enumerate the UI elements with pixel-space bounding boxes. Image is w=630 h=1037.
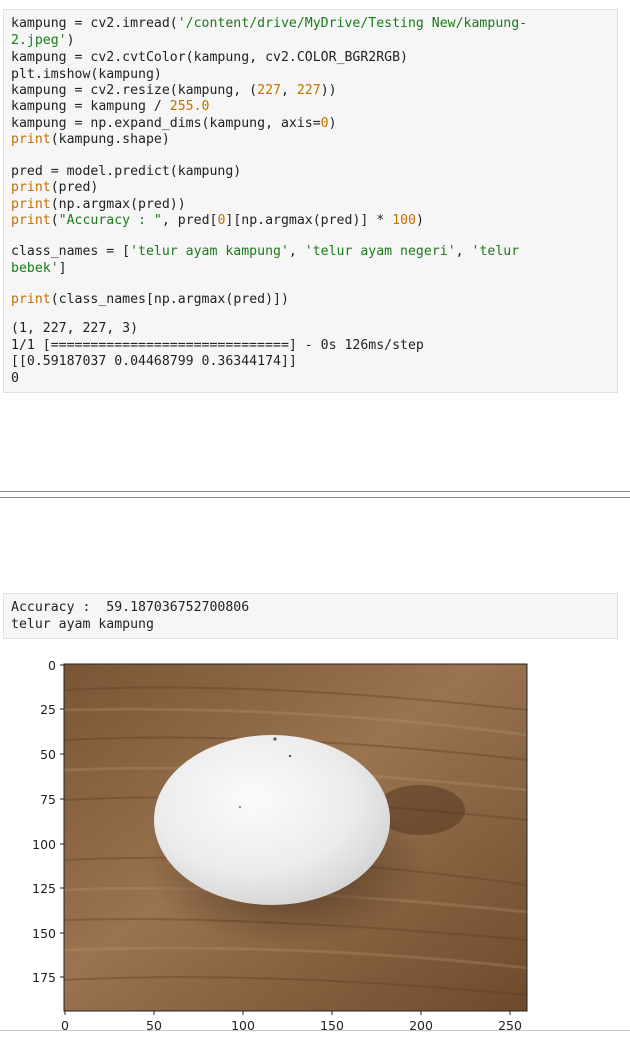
y-axis: 0 25 50 75 100 125 150 175 [32,658,64,985]
y-tick-label: 0 [48,658,56,673]
code-line-5: kampung = cv2.resize(kampung, (227, 227)… [11,83,337,98]
class-output: telur ayam kampung [11,617,154,632]
bottom-divider [0,1030,630,1031]
code-line-13: print("Accuracy : ", pred[0][np.argmax(p… [11,213,424,228]
code-line-8: print(kampung.shape) [11,132,170,147]
code-line-7: kampung = np.expand_dims(kampung, axis=0… [11,116,337,131]
code-line-12: print(np.argmax(pred)) [11,197,186,212]
y-tick-label: 100 [32,837,56,852]
y-tick-label: 150 [32,926,56,941]
cell-divider [0,491,630,492]
y-tick-label: 175 [32,970,56,985]
y-tick-label: 50 [40,747,56,762]
output-cell: Accuracy : 59.187036752700806 telur ayam… [3,593,618,639]
code-line-11: print(pred) [11,180,99,195]
code-line-15: class_names = ['telur ayam kampung', 'te… [11,244,520,259]
code-line-4: plt.imshow(kampung) [11,67,162,82]
stdout-line-2: 1/1 [==============================] - 0… [11,338,424,353]
code-cell[interactable]: kampung = cv2.imread('/content/drive/MyD… [3,9,618,393]
imshow-plot: 0 25 50 75 100 125 150 175 0 50 100 150 … [32,658,528,1033]
code-line-10: pred = model.predict(kampung) [11,164,242,179]
stdout-line-3: [[0.59187037 0.04468799 0.36344174]] [11,354,297,369]
y-tick-label: 25 [40,702,56,717]
string-literal: '/content/drive/MyDrive/Testing New/kamp… [177,16,528,31]
code-line-3: kampung = cv2.cvtColor(kampung, cv2.COLO… [11,50,408,65]
accuracy-output: Accuracy : 59.187036752700806 [11,600,250,615]
code-line-16: bebek'] [11,261,67,276]
code-line-1: kampung = cv2.imread('/content/drive/MyD… [11,16,528,31]
y-tick-label: 125 [32,881,56,896]
code-line-2: 2.jpeg') [11,33,75,48]
code-line-18: print(class_names[np.argmax(pred)]) [11,292,289,307]
egg-image [64,664,527,1011]
code-line-6: kampung = kampung / 255.0 [11,99,210,114]
y-tick-label: 75 [40,792,56,807]
stdout-line-1: (1, 227, 227, 3) [11,321,139,336]
egg [154,735,390,905]
cell-divider [0,497,630,498]
stdout-line-4: 0 [11,371,19,386]
